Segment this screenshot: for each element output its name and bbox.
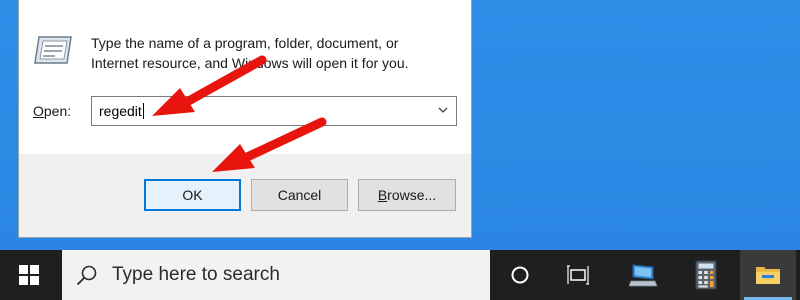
network-pc-icon [629,264,658,287]
dialog-content-area [19,0,471,154]
run-app-icon [34,36,72,64]
ok-button[interactable]: OK [144,179,241,211]
calculator-icon [695,260,717,290]
calculator-button[interactable] [678,250,734,300]
open-command-input[interactable]: regedit [99,103,144,119]
browse-button[interactable]: Browse... [358,179,456,211]
task-view-button[interactable] [550,250,606,300]
cancel-button[interactable]: Cancel [251,179,348,211]
open-label-text: pen: [43,103,72,119]
taskbar: Type here to search [0,250,800,300]
open-label-accelerator: O [33,103,44,119]
ok-button-label: OK [182,187,203,203]
task-view-icon [567,265,589,285]
cortana-icon [511,266,529,284]
open-command-combobox[interactable]: regedit [91,96,457,126]
cortana-button[interactable] [492,250,548,300]
text-cursor [142,103,144,119]
open-label: Open: [33,103,71,119]
file-explorer-icon [756,267,780,284]
taskbar-search-box[interactable]: Type here to search [62,250,490,300]
windows-start-icon [19,265,39,285]
browse-button-accelerator: B [377,187,388,203]
open-command-value: regedit [99,103,142,119]
network-pc-button[interactable] [616,250,672,300]
cancel-button-label: Cancel [277,187,322,203]
run-dialog: Type the name of a program, folder, docu… [18,0,472,238]
chevron-down-icon[interactable] [436,103,450,117]
browse-button-label: rowse... [387,187,437,203]
file-explorer-button[interactable] [740,250,796,300]
search-placeholder: Type here to search [112,264,280,285]
search-icon [77,265,97,285]
dialog-description: Type the name of a program, folder, docu… [91,35,409,71]
start-button[interactable] [0,250,58,300]
